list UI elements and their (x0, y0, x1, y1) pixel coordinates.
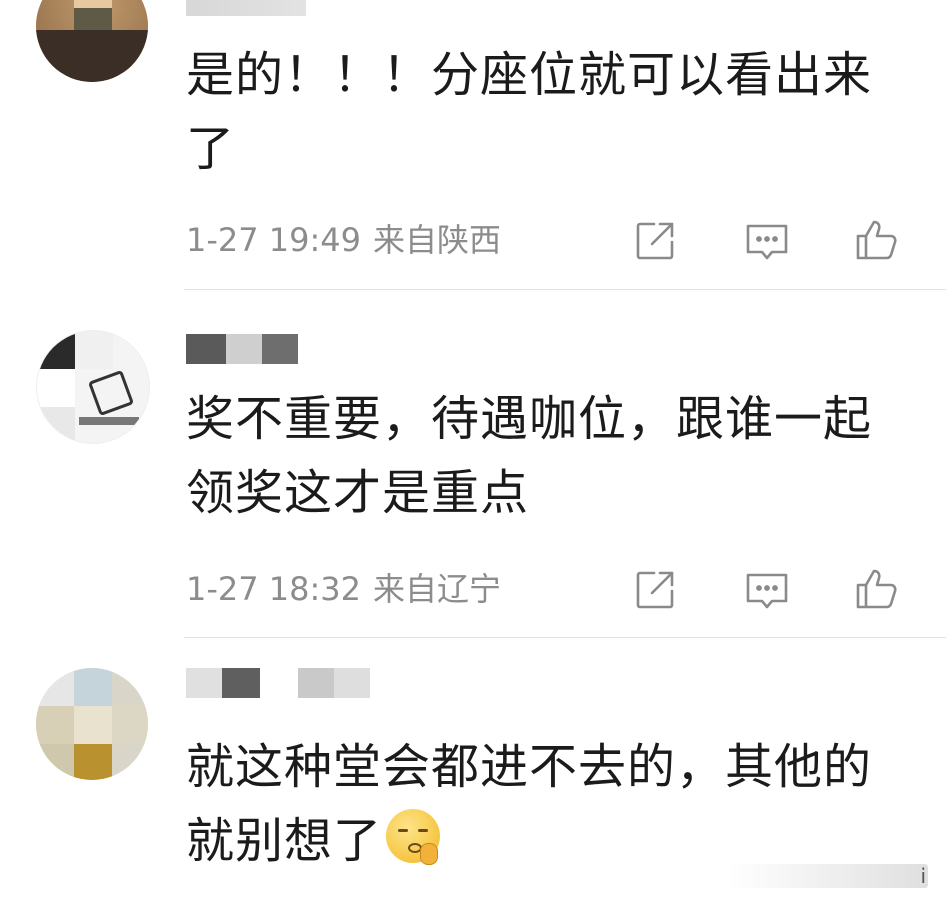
comment-meta: 1-27 18:32 来自辽宁 (186, 569, 501, 609)
divider (184, 637, 946, 638)
comment-text-body: 就这种堂会都进不去的，其他的就别想了 (186, 739, 873, 869)
share-icon[interactable] (632, 567, 678, 613)
comment-text: 就这种堂会都进不去的，其他的就别想了 (186, 730, 906, 878)
avatar[interactable] (36, 668, 148, 780)
username[interactable] (186, 334, 316, 364)
username[interactable] (186, 668, 376, 698)
share-icon[interactable] (632, 218, 678, 264)
comment-text: 奖不重要，待遇咖位，跟谁一起领奖这才是重点 (186, 391, 873, 521)
shush-emoji-icon (386, 809, 441, 865)
thumbs-up-icon[interactable] (854, 565, 900, 611)
timestamp: 1-27 19:49 (186, 221, 362, 259)
divider (184, 289, 946, 290)
comment-icon[interactable] (744, 567, 790, 613)
comment-meta: 1-27 19:49 来自陕西 (186, 220, 501, 260)
watermark: i (728, 864, 928, 888)
avatar[interactable] (36, 0, 148, 82)
comment-text: 是的！！！分座位就可以看出来了 (186, 47, 873, 177)
location: 来自辽宁 (373, 570, 502, 608)
avatar[interactable] (36, 330, 150, 444)
comment-icon[interactable] (744, 218, 790, 264)
timestamp: 1-27 18:32 (186, 570, 362, 608)
thumbs-up-icon[interactable] (854, 216, 900, 262)
username[interactable] (186, 0, 306, 16)
location: 来自陕西 (373, 221, 502, 259)
